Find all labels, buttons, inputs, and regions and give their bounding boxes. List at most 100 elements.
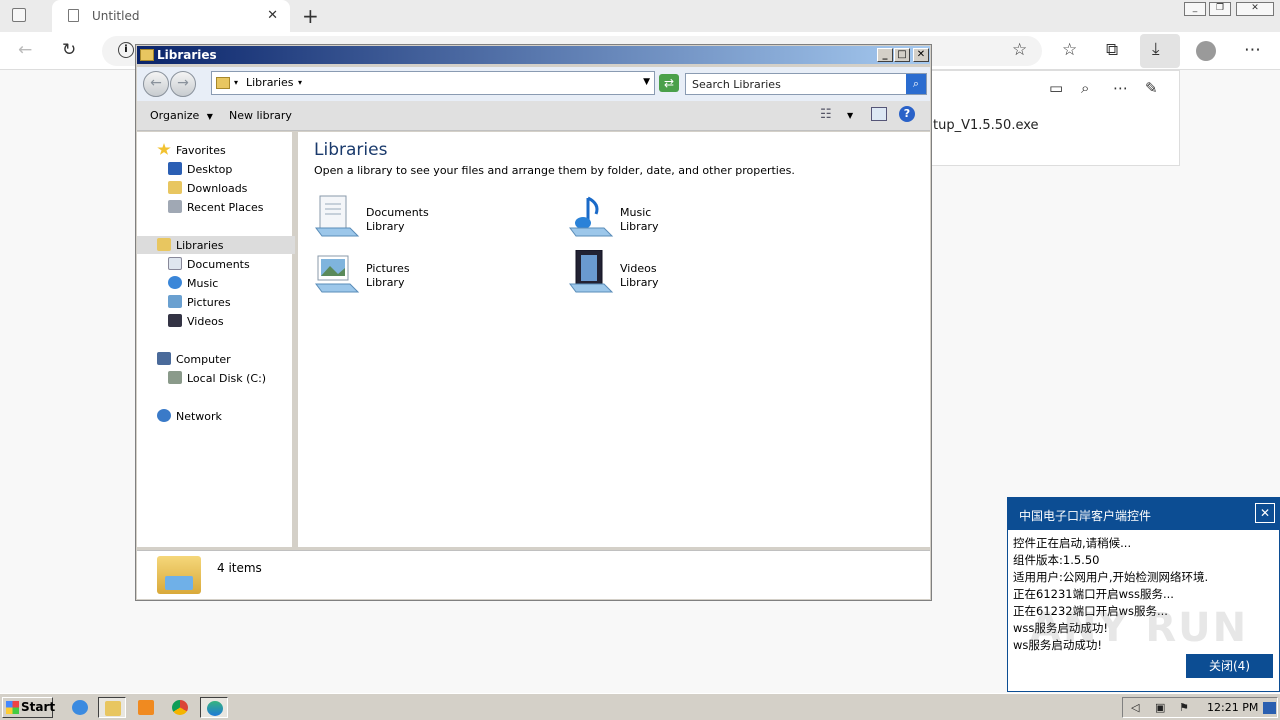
chevron-down-icon: ▼	[206, 112, 213, 121]
nav-desktop[interactable]: Desktop	[168, 161, 232, 179]
system-tray: ◁ ▣ ⚑ 12:21 PM	[1122, 697, 1278, 718]
pictures-library-icon	[315, 255, 360, 293]
history-dropdown-icon[interactable]: ▼	[643, 77, 650, 87]
taskbar-ie[interactable]	[66, 697, 94, 718]
taskbar-explorer[interactable]	[98, 697, 126, 718]
navigation-bar: ← → ▾ Libraries ▾ ▼ ⇄ Search Libraries ⌕	[137, 67, 930, 101]
nav-music[interactable]: Music	[168, 275, 218, 293]
help-icon[interactable]: ?	[899, 106, 915, 122]
library-documents[interactable]: Documents Library	[314, 194, 534, 246]
pin-icon[interactable]: ✎	[1145, 79, 1158, 97]
show-desktop-icon[interactable]	[1263, 702, 1276, 714]
search-icon[interactable]: ⌕	[906, 74, 926, 94]
close-window-icon[interactable]: ✕	[1236, 2, 1274, 16]
dialog-title: 中国电子口岸客户端控件	[1019, 509, 1152, 523]
libraries-icon	[216, 77, 230, 89]
tab-title: Untitled	[92, 9, 140, 23]
volume-icon[interactable]: ◁	[1131, 702, 1144, 714]
new-library-button[interactable]: New library	[229, 109, 292, 122]
back-icon[interactable]: ←	[18, 40, 32, 60]
nav-libraries[interactable]: Libraries	[157, 237, 224, 255]
collections-icon[interactable]: ⧉	[1106, 40, 1118, 60]
nav-pictures[interactable]: Pictures	[168, 294, 231, 312]
library-videos[interactable]: Videos Library	[568, 250, 788, 302]
chevron-down-icon[interactable]: ▾	[298, 78, 302, 87]
nav-favorites-label: Favorites	[176, 144, 226, 157]
nav-computer[interactable]: Computer	[157, 351, 231, 369]
library-music[interactable]: Music Library	[568, 194, 788, 246]
nav-downloads-label: Downloads	[187, 182, 248, 195]
taskbar: Start ◁ ▣ ⚑ 12:21 PM	[0, 693, 1280, 720]
forward-button[interactable]: →	[170, 71, 196, 97]
nav-documents[interactable]: Documents	[168, 256, 250, 274]
minimize-icon[interactable]: _	[1184, 2, 1206, 16]
window-title: Libraries	[157, 48, 217, 62]
documents-library-icon	[315, 195, 360, 237]
taskbar-chrome[interactable]	[166, 697, 194, 718]
downloads-button[interactable]: ⤓	[1140, 34, 1180, 68]
add-favorite-icon[interactable]: ☆	[1012, 40, 1027, 60]
downloads-folder-icon	[168, 181, 182, 194]
view-options-icon[interactable]: ☷	[820, 107, 832, 122]
tab-actions-icon[interactable]	[12, 8, 26, 22]
explorer-window: Libraries _ □ ✕ ← → ▾ Libraries ▾ ▼ ⇄ Se…	[135, 44, 932, 601]
more-icon[interactable]: ⋯	[1244, 40, 1261, 60]
network-status-icon[interactable]: ▣	[1155, 702, 1168, 714]
nav-downloads[interactable]: Downloads	[168, 180, 247, 198]
taskbar-media[interactable]	[132, 697, 160, 718]
minimize-button[interactable]: _	[877, 48, 893, 62]
maximize-button[interactable]: □	[894, 48, 910, 62]
close-button[interactable]: 关闭(4)	[1186, 654, 1273, 678]
nav-local-disk-label: Local Disk (C:)	[187, 372, 267, 385]
back-button[interactable]: ←	[143, 71, 169, 97]
browser-tab[interactable]: Untitled ✕	[52, 0, 290, 32]
restore-icon[interactable]: ❐	[1209, 2, 1231, 16]
nav-computer-label: Computer	[176, 353, 231, 366]
videos-icon	[168, 314, 182, 327]
download-filename[interactable]: tup_V1.5.50.exe	[933, 118, 1039, 133]
window-titlebar[interactable]: Libraries _ □ ✕	[137, 46, 930, 64]
breadcrumb-libraries[interactable]: Libraries	[246, 76, 294, 89]
close-icon[interactable]: ✕	[1255, 503, 1275, 523]
profile-avatar[interactable]	[1196, 41, 1216, 61]
new-tab-button[interactable]: +	[302, 4, 319, 28]
nav-local-disk[interactable]: Local Disk (C:)	[168, 370, 266, 388]
start-button[interactable]: Start	[2, 697, 56, 718]
organize-button[interactable]: Organize ▼	[150, 109, 213, 122]
folder-icon	[140, 49, 154, 61]
nav-favorites[interactable]: Favorites	[157, 142, 226, 160]
log-line: 正在61231端口开启wss服务...	[1013, 587, 1174, 601]
library-pictures[interactable]: Pictures Library	[314, 250, 534, 302]
navigation-pane: Favorites Desktop Downloads Recent Place…	[137, 132, 295, 547]
more-options-icon[interactable]: ⋯	[1113, 79, 1128, 97]
nav-videos[interactable]: Videos	[168, 313, 224, 331]
favorites-icon[interactable]: ☆	[1062, 40, 1077, 60]
search-placeholder: Search Libraries	[692, 78, 781, 91]
search-icon[interactable]: ⌕	[1081, 79, 1089, 97]
breadcrumb[interactable]: ▾ Libraries ▾ ▼	[211, 71, 655, 95]
close-tab-icon[interactable]: ✕	[267, 8, 278, 23]
nav-network[interactable]: Network	[157, 408, 222, 426]
chevron-down-icon[interactable]: ▾	[234, 78, 238, 87]
browser-tab-strip: Untitled ✕ + _ ❐ ✕	[0, 0, 1280, 32]
taskbar-edge[interactable]	[200, 697, 228, 718]
search-input[interactable]: Search Libraries ⌕	[685, 73, 927, 95]
nav-recent-places[interactable]: Recent Places	[168, 199, 264, 217]
library-music-label: Music Library	[620, 206, 659, 233]
refresh-icon[interactable]: ↻	[62, 40, 76, 60]
network-icon	[157, 409, 171, 422]
internet-explorer-icon	[72, 700, 88, 715]
flag-icon[interactable]: ⚑	[1179, 702, 1192, 714]
music-icon	[168, 276, 182, 289]
close-button[interactable]: ✕	[913, 48, 929, 62]
library-videos-label: Videos Library	[620, 262, 659, 289]
open-folder-icon[interactable]: ▭	[1049, 79, 1063, 97]
nav-music-label: Music	[187, 277, 219, 290]
info-icon[interactable]: i	[118, 42, 134, 58]
start-label: Start	[21, 700, 56, 714]
preview-pane-icon[interactable]	[871, 107, 887, 121]
status-bar: 4 items	[137, 550, 930, 599]
view-dropdown-icon[interactable]: ▼	[847, 111, 853, 120]
log-line: 适用用户:公网用户,开始检测网络环境.	[1013, 570, 1209, 584]
refresh-button[interactable]: ⇄	[659, 74, 679, 92]
